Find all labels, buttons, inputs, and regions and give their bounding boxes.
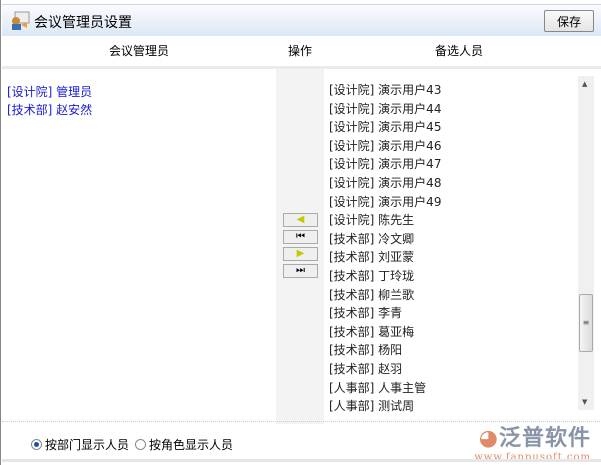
logo-icon: ◕	[478, 426, 499, 451]
candidate-item[interactable]: [技术部] 赵羽	[329, 360, 573, 379]
scrollbar[interactable]: ▲ ≡ ▼	[578, 76, 594, 410]
bottom-border	[2, 459, 601, 462]
move-all-right-button[interactable]: ⏭	[283, 264, 318, 278]
admins-header: 会议管理员	[108, 44, 169, 58]
candidate-item[interactable]: [设计院] 演示用户48	[329, 174, 573, 193]
candidates-list[interactable]: [设计院] 演示用户43 [设计院] 演示用户44 [设计院] 演示用户45 [设计院…	[324, 69, 578, 414]
page-title: 会议管理员设置	[34, 15, 132, 31]
candidate-item[interactable]: [设计院] 陈先生	[329, 211, 573, 230]
candidate-item[interactable]: [技术部] 杨阳	[329, 341, 573, 360]
candidate-item[interactable]: [技术部] 刘亚蒙	[329, 248, 573, 267]
candidate-item[interactable]: [设计院] 演示用户47	[329, 155, 573, 174]
double-left-icon: ⏮	[296, 231, 305, 242]
candidate-item[interactable]: [技术部] 柳兰歌	[329, 286, 573, 305]
admin-item[interactable]: [技术部] 赵安然	[7, 101, 271, 119]
move-right-button[interactable]: ▶	[283, 247, 318, 261]
title-bar: 会议管理员设置 保存	[2, 4, 601, 36]
ops-header: 操作	[287, 44, 312, 58]
admins-list[interactable]: [设计院] 管理员 [技术部] 赵安然	[2, 69, 276, 424]
meeting-admin-icon	[12, 11, 30, 30]
candidate-item[interactable]: [设计院] 演示用户44	[329, 100, 573, 119]
display-mode-radios: 按部门显示人员 按角色显示人员	[31, 436, 233, 453]
candidate-item[interactable]: [技术部] 李青	[329, 304, 573, 323]
fanpu-logo: ◕泛普软件 www.fanpusoft.com	[474, 420, 591, 463]
admin-item[interactable]: [设计院] 管理员	[7, 83, 271, 101]
candidates-header: 备选人员	[434, 44, 483, 58]
scrollbar-thumb[interactable]: ≡	[579, 294, 593, 352]
logo-name: 泛普软件	[498, 426, 591, 451]
candidate-item[interactable]: [技术部] 葛亚梅	[329, 323, 573, 342]
double-right-icon: ⏭	[296, 265, 305, 276]
move-all-left-button[interactable]: ⏮	[283, 230, 318, 244]
radio-by-dept[interactable]	[31, 439, 42, 450]
arrow-left-icon: ◀	[296, 214, 305, 225]
scroll-up-icon[interactable]: ▲	[582, 80, 587, 88]
arrow-right-icon: ▶	[296, 248, 305, 259]
save-button[interactable]: 保存	[544, 10, 594, 32]
candidate-item[interactable]: [人事部] 测试周	[329, 397, 573, 414]
candidate-item[interactable]: [设计院] 演示用户46	[329, 137, 573, 156]
candidate-item[interactable]: [设计院] 演示用户43	[329, 81, 573, 100]
candidate-item[interactable]: [技术部] 冷文卿	[329, 230, 573, 249]
candidate-item[interactable]: [人事部] 人事主管	[329, 379, 573, 398]
radio-by-role-label[interactable]: 按角色显示人员	[149, 436, 233, 453]
candidate-item[interactable]: [设计院] 演示用户45	[329, 118, 573, 137]
radio-by-dept-label[interactable]: 按部门显示人员	[45, 436, 129, 453]
candidate-item[interactable]: [技术部] 丁玲珑	[329, 267, 573, 286]
radio-by-role[interactable]	[135, 439, 147, 450]
candidate-item[interactable]: [设计院] 演示用户49	[329, 193, 573, 212]
ops-column: ◀ ⏮ ▶ ⏭	[276, 69, 324, 424]
scroll-down-icon[interactable]: ▼	[582, 398, 587, 406]
move-left-button[interactable]: ◀	[283, 213, 318, 227]
